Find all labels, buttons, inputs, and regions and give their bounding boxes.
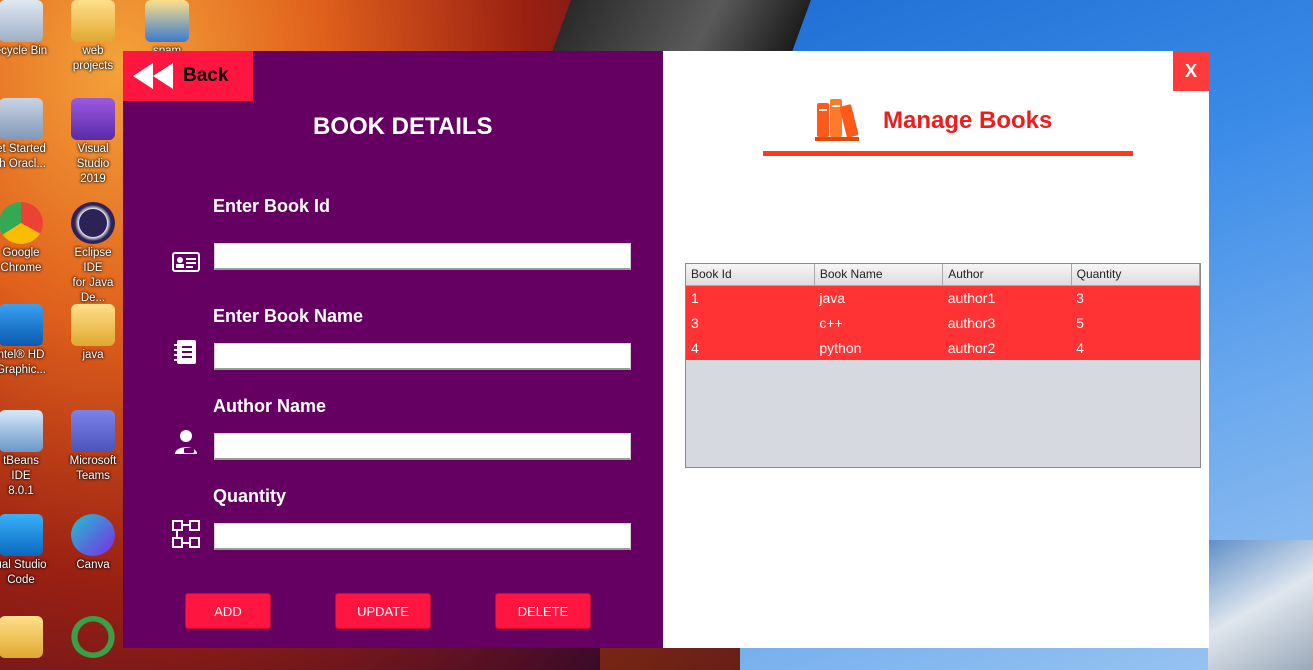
desktop-icon-folder-bottom[interactable] [0, 616, 50, 660]
recycle-bin-icon [0, 0, 43, 42]
quantity-label: Quantity [213, 486, 287, 506]
column-header-book-name[interactable]: Book Name [814, 264, 944, 286]
wallpaper-structure [1208, 540, 1313, 670]
add-button[interactable]: ADD [185, 593, 271, 629]
book-name-label: Enter Book Name [213, 306, 364, 326]
desktop-icon-ring-app[interactable] [64, 616, 122, 660]
desktop-icon-eclipse[interactable]: Eclipse IDE for Java De... [64, 202, 122, 306]
quantity-input[interactable] [214, 523, 631, 550]
books-icon [815, 99, 859, 141]
desktop-icon-teams[interactable]: Microsoft Teams [64, 410, 122, 484]
folder-icon [71, 304, 115, 346]
cell-quantity: 4 [1071, 335, 1200, 360]
cell-author: author1 [942, 285, 1072, 310]
table-row[interactable]: 4 python author2 4 [686, 335, 1200, 360]
title-underline [763, 151, 1133, 156]
book-details-panel: Back BOOK DETAILS Enter Book Id Enter Bo… [123, 51, 663, 648]
id-card-icon [172, 252, 200, 272]
vscode-icon [0, 514, 43, 556]
visual-studio-icon [71, 98, 115, 140]
chrome-icon [0, 202, 43, 244]
folder-icon [145, 0, 189, 42]
book-id-label: Enter Book Id [213, 196, 331, 216]
folder-icon [71, 0, 115, 42]
folder-icon [0, 616, 43, 658]
author-name-input[interactable] [214, 433, 631, 460]
teams-icon [71, 410, 115, 452]
cell-book-id: 1 [686, 285, 815, 310]
book-id-input[interactable] [214, 243, 631, 270]
cell-book-name: python [814, 335, 943, 360]
desktop-icon-oracle[interactable]: et Started th Oracl... [0, 98, 50, 172]
table-row[interactable]: 3 c++ author3 5 [686, 310, 1200, 335]
cell-book-name: java [814, 285, 943, 310]
cell-book-id: 4 [686, 335, 815, 360]
update-button[interactable]: UPDATE [335, 593, 431, 629]
intel-icon [0, 304, 43, 346]
cell-book-id: 3 [686, 310, 815, 335]
desktop-icon-canva[interactable]: Canva [64, 514, 122, 573]
desktop-icon-intel-graphics[interactable]: ntel® HD Graphic... [0, 304, 50, 378]
cell-author: author3 [942, 310, 1072, 335]
cell-quantity: 3 [1071, 285, 1200, 310]
close-button[interactable]: X [1173, 51, 1209, 91]
netbeans-icon [0, 410, 43, 452]
database-icon [0, 98, 43, 140]
ring-icon [71, 616, 115, 658]
cell-author: author2 [942, 335, 1072, 360]
desktop-icon-vscode[interactable]: ual Studio Code [0, 514, 50, 588]
manage-books-window: Back BOOK DETAILS Enter Book Id Enter Bo… [123, 51, 1209, 648]
author-name-label: Author Name [213, 396, 327, 416]
delete-button[interactable]: DELETE [495, 593, 591, 629]
column-header-author[interactable]: Author [942, 264, 1072, 286]
desktop-icon-recycle-bin[interactable]: ecycle Bin [0, 0, 50, 59]
table-row[interactable]: 1 java author1 3 [686, 285, 1200, 310]
canva-icon [71, 514, 115, 556]
desktop-icon-netbeans[interactable]: tBeans IDE 8.0.1 [0, 410, 50, 499]
person-icon [175, 430, 197, 454]
column-header-book-id[interactable]: Book Id [686, 264, 815, 286]
rewind-icon [133, 63, 173, 89]
notebook-icon [174, 340, 196, 364]
manage-books-panel: X Manage Books Book Id Book Name Author … [663, 51, 1209, 648]
books-table[interactable]: Book Id Book Name Author Quantity 1 java… [685, 263, 1201, 468]
manage-books-title: Manage Books [883, 107, 1053, 134]
back-label: Back [183, 65, 229, 86]
back-button[interactable]: Back [123, 51, 253, 101]
desktop-icon-java-folder[interactable]: java [64, 304, 122, 363]
book-details-title: BOOK DETAILS [313, 113, 493, 140]
cell-quantity: 5 [1071, 310, 1200, 335]
desktop-icon-web-projects[interactable]: web projects [64, 0, 122, 74]
eclipse-icon [71, 202, 115, 244]
network-icon [172, 520, 200, 548]
desktop-icon-chrome[interactable]: Google Chrome [0, 202, 50, 276]
desktop-icon-visual-studio[interactable]: Visual Studio 2019 [64, 98, 122, 187]
cell-book-name: c++ [814, 310, 943, 335]
book-name-input[interactable] [214, 343, 631, 370]
table-header-row: Book Id Book Name Author Quantity [686, 264, 1201, 286]
column-header-quantity[interactable]: Quantity [1071, 264, 1201, 286]
